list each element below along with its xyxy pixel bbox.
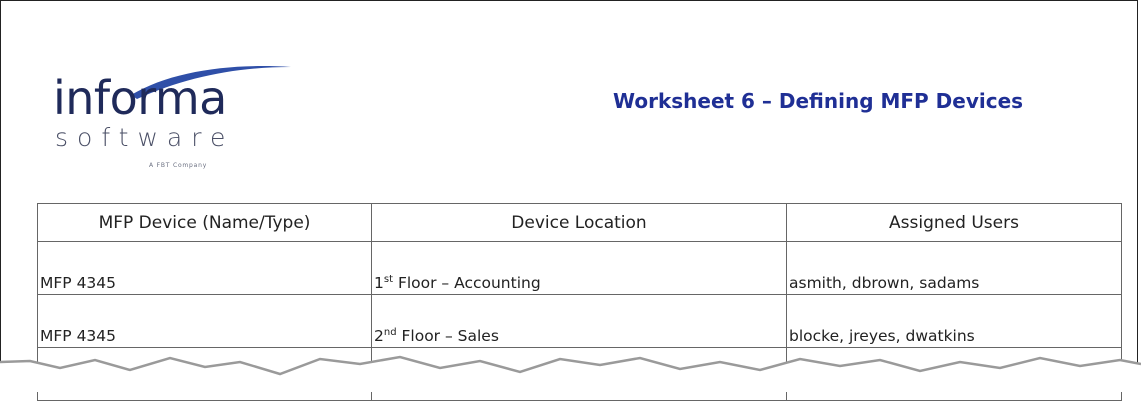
users-cell: blocke, jreyes, dwatkins xyxy=(786,294,1122,348)
device-cell: MFP 4345 xyxy=(37,294,372,348)
logo-tagline: A FBT Company xyxy=(149,162,208,169)
device-cell: MFP 4345 xyxy=(37,241,372,295)
location-ordinal: nd xyxy=(383,326,397,338)
table-row: MFP 4345 2nd Floor – Sales blocke, jreye… xyxy=(37,294,1122,348)
location-number: 1 xyxy=(374,274,384,292)
location-ordinal: st xyxy=(383,273,394,285)
location-number: 2 xyxy=(374,327,384,345)
logo-subtitle: software xyxy=(55,123,235,152)
location-cell: 2nd Floor – Sales xyxy=(371,294,787,348)
column-header-location: Device Location xyxy=(371,203,787,242)
table-row: MFP 4345 1st Floor – Accounting asmith, … xyxy=(37,241,1122,295)
document-page: informa software A FBT Company Worksheet… xyxy=(0,0,1138,401)
location-text: Floor – Sales xyxy=(396,327,499,345)
column-header-device: MFP Device (Name/Type) xyxy=(37,203,372,242)
column-header-users: Assigned Users xyxy=(786,203,1122,242)
table-header-row: MFP Device (Name/Type) Device Location A… xyxy=(37,203,1122,242)
location-cell: 1st Floor – Accounting xyxy=(371,241,787,295)
logo-wordmark: informa xyxy=(53,71,227,125)
company-logo: informa software A FBT Company xyxy=(53,61,291,181)
torn-page-edge xyxy=(0,355,1141,392)
worksheet-title: Worksheet 6 – Defining MFP Devices xyxy=(613,89,1024,113)
users-cell: asmith, dbrown, sadams xyxy=(786,241,1122,295)
location-text: Floor – Accounting xyxy=(393,274,541,292)
